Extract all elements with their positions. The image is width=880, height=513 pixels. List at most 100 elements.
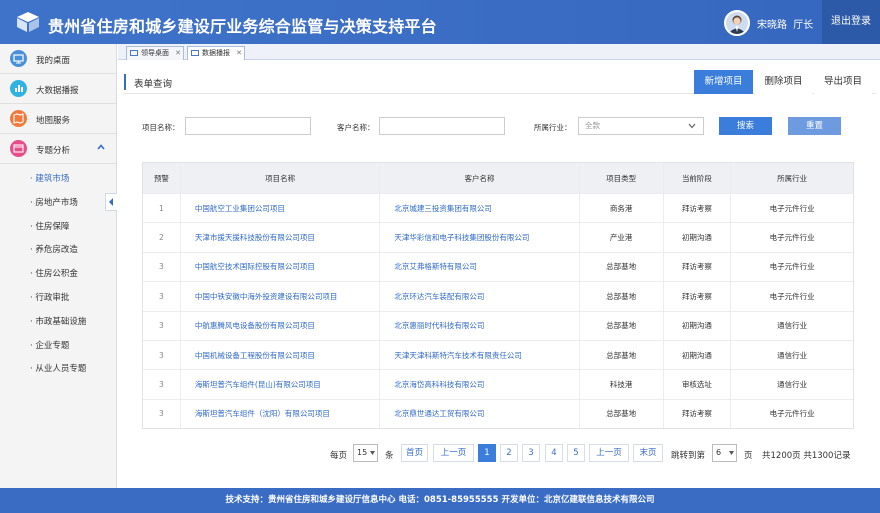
project-name-link[interactable]: 中国中铁安徽中海外投资建设有限公司项目	[181, 282, 381, 311]
sidebar-collapse-button[interactable]	[105, 193, 117, 211]
last-page-button[interactable]: 末页	[633, 444, 663, 462]
next-page-button[interactable]: 上一页	[589, 444, 629, 462]
page-button[interactable]: 3	[522, 444, 540, 462]
project-type-cell: 科技港	[580, 370, 664, 399]
industry-cell: 通信行业	[777, 350, 808, 360]
project-name-link[interactable]: 天津市援天援科技股份有限公司项目	[181, 223, 381, 252]
industry-cell: 电子元件行业	[769, 233, 815, 243]
client-name-input[interactable]	[379, 117, 505, 135]
export-project-button[interactable]: 导出项目	[814, 70, 872, 94]
warning-level-cell: 3	[143, 311, 181, 340]
sidebar-item-analysis[interactable]: 专题分析	[0, 134, 116, 164]
industry-cell: 电子元件行业	[769, 409, 815, 419]
client-name-link[interactable]: 北京城建三投资集团有限公司	[380, 194, 580, 223]
project-name-link[interactable]: 海斯坦普汽车组件（沈阳）有限公司项目	[181, 399, 381, 429]
industry-select[interactable]: 全款	[578, 117, 704, 135]
table-row[interactable]: 3 中航惠腾风电设备股份有限公司项目 北京惠丽时代科技有限公司 总部基地 初期沟通 通信行…	[143, 310, 853, 340]
column-header[interactable]: 当前阶段	[664, 163, 732, 193]
submenu-item-personnel[interactable]: · 从业人员专题	[0, 358, 116, 382]
column-header[interactable]: 项目类型	[580, 163, 664, 193]
close-icon[interactable]: ✕	[236, 47, 242, 59]
table-row[interactable]: 3 中国机械设备工程股份有限公司项目 天津天津科斯特汽车技术有限责任公司 总部基地 初期…	[143, 339, 853, 370]
per-page-select[interactable]: 15	[353, 444, 378, 462]
submenu-item-realestate[interactable]: · 房地产市场	[0, 192, 116, 216]
column-header[interactable]: 所属行业	[731, 163, 853, 193]
submenu-item-infrastructure[interactable]: · 市政基础设施	[0, 311, 116, 335]
caret-left-icon	[109, 198, 113, 206]
table-header: 预警 项目名称 客户名称 项目类型 当前阶段 所属行业	[143, 163, 853, 193]
jump-page-select[interactable]: 6	[712, 444, 737, 462]
window-icon	[191, 50, 199, 56]
page-button[interactable]: 1	[478, 444, 496, 462]
submenu-item-construction[interactable]: · 建筑市场	[0, 168, 116, 192]
client-name-link[interactable]: 北京鼎世通达工贸有限公司	[380, 399, 580, 429]
client-name-link[interactable]: 北京海岱高科科技有限公司	[380, 370, 580, 399]
close-icon[interactable]: ✕	[175, 47, 181, 59]
tab-leader-desktop[interactable]: 领导桌面 ✕	[126, 46, 184, 60]
page-button[interactable]: 4	[545, 444, 563, 462]
project-type-cell: 产业港	[580, 223, 664, 252]
sidebar-item-map[interactable]: 地图服务	[0, 104, 116, 134]
table-row[interactable]: 3 海斯坦普汽车组件(昆山)有限公司项目 北京海岱高科科技有限公司 科技港 审核选址 通信…	[143, 369, 853, 399]
page-suffix: 页	[744, 451, 753, 461]
table-row[interactable]: 3 海斯坦普汽车组件（沈阳）有限公司项目 北京鼎世通达工贸有限公司 总部基地 拜访考察 电…	[143, 398, 853, 429]
project-name-input[interactable]	[185, 117, 311, 135]
tab-bar: 领导桌面 ✕ 数据播报 ✕	[118, 44, 880, 60]
reset-button[interactable]: 重置	[788, 117, 841, 135]
submenu-item-approval[interactable]: · 行政审批	[0, 287, 116, 311]
user-avatar-icon	[726, 12, 748, 34]
submenu: · 建筑市场 · 房地产市场 · 住房保障 · 养危房改造 · 住房公积金 · …	[0, 164, 116, 382]
project-stage-cell: 拜访考察	[664, 194, 732, 223]
sidebar-item-desktop[interactable]: 我的桌面	[0, 44, 116, 74]
folder-icon	[10, 140, 27, 157]
page-button[interactable]: 5	[567, 444, 585, 462]
table-row[interactable]: 3 中国中铁安徽中海外投资建设有限公司项目 北京环达汽车装配有限公司 总部基地 拜访考察…	[143, 281, 853, 311]
client-name-link[interactable]: 北京环达汽车装配有限公司	[380, 282, 580, 311]
project-name-link[interactable]: 海斯坦普汽车组件(昆山)有限公司项目	[181, 370, 381, 399]
column-header[interactable]: 项目名称	[181, 163, 381, 193]
avatar[interactable]	[724, 10, 750, 36]
table-row[interactable]: 2 天津市援天援科技股份有限公司项目 天津华彩信和电子科技集团股份有限公司 产业港 初期…	[143, 222, 853, 252]
project-name-link[interactable]: 中航惠腾风电设备股份有限公司项目	[181, 311, 381, 340]
chevron-down-icon	[688, 123, 696, 129]
submenu-item-housing[interactable]: · 住房保障	[0, 216, 116, 240]
table-row[interactable]: 3 中国航空技术国际控股有限公司项目 北京艾弗格斯特有限公司 总部基地 拜访考察 电子元件…	[143, 251, 853, 282]
project-name-link[interactable]: 中国航空技术国际控股有限公司项目	[181, 252, 381, 282]
sidebar-item-bigdata[interactable]: 大数据播报	[0, 74, 116, 104]
delete-project-button[interactable]: 删除项目	[755, 70, 812, 94]
project-name-link[interactable]: 中国航空工业集团公司项目	[181, 194, 381, 223]
submenu-item-enterprise[interactable]: · 企业专题	[0, 335, 116, 359]
tab-data-broadcast[interactable]: 数据播报 ✕	[187, 46, 245, 60]
column-header[interactable]: 预警	[143, 163, 181, 193]
desktop-icon	[10, 50, 27, 67]
prev-page-button[interactable]: 上一页	[433, 444, 474, 462]
page-button[interactable]: 2	[500, 444, 518, 462]
logout-button[interactable]: 退出登录	[822, 0, 880, 44]
project-stage-cell: 审核选址	[664, 370, 732, 399]
client-name-label: 客户名称：	[337, 123, 375, 132]
user-role: 厅长	[793, 20, 814, 31]
project-stage-cell: 初期沟通	[664, 311, 732, 340]
add-project-button[interactable]: 新增项目	[694, 70, 753, 94]
column-header[interactable]: 客户名称	[380, 163, 580, 193]
cube-logo-icon	[17, 12, 39, 32]
warning-level-cell: 3	[143, 399, 181, 429]
sidebar-item-label: 大数据播报	[36, 86, 79, 96]
sidebar-item-label: 专题分析	[36, 146, 71, 156]
project-name-link[interactable]: 中国机械设备工程股份有限公司项目	[181, 340, 381, 370]
client-name-link[interactable]: 北京艾弗格斯特有限公司	[380, 252, 580, 282]
first-page-button[interactable]: 首页	[401, 444, 428, 462]
table-row[interactable]: 1 中国航空工业集团公司项目 北京城建三投资集团有限公司 商务港 拜访考察 电子元件行业	[143, 193, 853, 223]
per-page-unit: 条	[385, 451, 394, 461]
client-name-link[interactable]: 天津天津科斯特汽车技术有限责任公司	[380, 340, 580, 370]
warning-level-cell: 1	[143, 194, 181, 223]
submenu-item-fund[interactable]: · 住房公积金	[0, 263, 116, 287]
submenu-item-renovation[interactable]: · 养危房改造	[0, 239, 116, 263]
search-button[interactable]: 搜索	[719, 117, 772, 135]
table-body: 1 中国航空工业集团公司项目 北京城建三投资集团有限公司 商务港 拜访考察 电子元件行业 2…	[143, 193, 853, 429]
user-info[interactable]: 宋晓路 厅长	[757, 16, 813, 31]
client-name-link[interactable]: 北京惠丽时代科技有限公司	[380, 311, 580, 340]
client-name-link[interactable]: 天津华彩信和电子科技集团股份有限公司	[380, 223, 580, 252]
app-header: 贵州省住房和城乡建设厅业务综合监管与决策支持平台 宋晓路 厅长 退出登录	[0, 0, 880, 44]
chevron-up-icon[interactable]	[97, 143, 105, 151]
